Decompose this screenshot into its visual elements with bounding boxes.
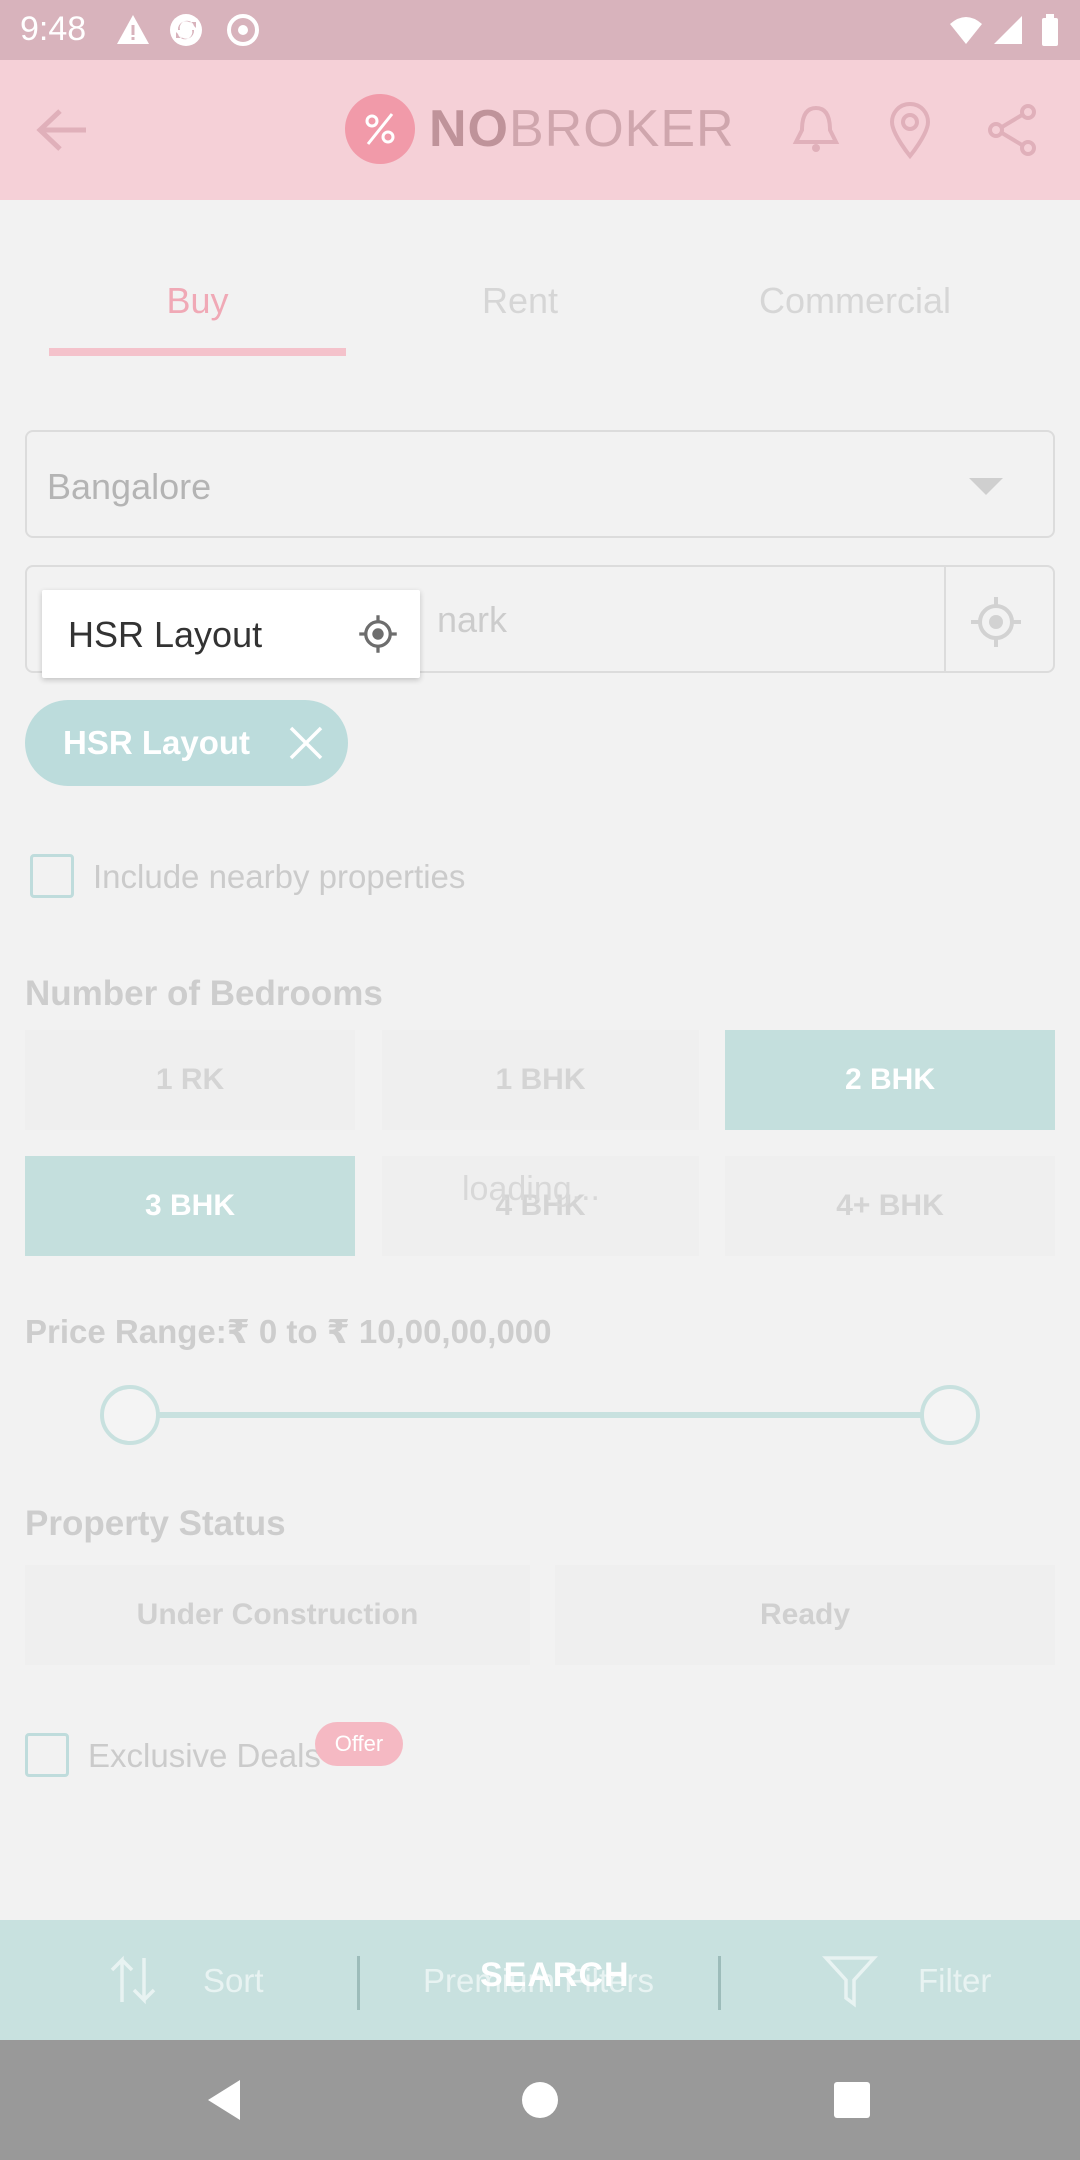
app-header: NOBROKER	[0, 60, 1080, 200]
back-arrow-icon[interactable]	[30, 105, 94, 155]
filter-icon[interactable]	[820, 1950, 880, 2010]
sort-label[interactable]: Sort	[203, 1962, 264, 2000]
active-tab-indicator	[49, 348, 346, 356]
nav-recents-icon[interactable]	[822, 2070, 882, 2130]
location-pin-icon[interactable]	[880, 100, 940, 160]
nav-home-icon[interactable]	[510, 2070, 570, 2130]
nearby-checkbox[interactable]	[30, 854, 74, 898]
bhk-1rk-button[interactable]: 1 RK	[25, 1030, 355, 1130]
suggestion-gps-icon	[359, 615, 397, 653]
tab-rent[interactable]: Rent	[440, 280, 600, 322]
data-saver-icon	[227, 14, 259, 46]
status-time: 9:48	[20, 10, 87, 48]
nearby-label: Include nearby properties	[93, 858, 466, 895]
nobroker-logo: NOBROKER	[345, 94, 735, 164]
property-status-title: Property Status	[25, 1504, 286, 1543]
sort-icon[interactable]	[104, 1950, 164, 2010]
sync-icon	[170, 14, 202, 46]
bottom-action-bar: Sort Premium Filters Filter SEARCH	[0, 1920, 1080, 2040]
price-max-thumb[interactable]	[920, 1385, 980, 1445]
offer-badge: Offer	[315, 1722, 403, 1766]
search-button[interactable]: SEARCH	[480, 1956, 630, 1995]
ready-button[interactable]: Ready	[555, 1565, 1055, 1665]
bhk-1bhk-button[interactable]: 1 BHK	[382, 1030, 699, 1130]
loading-text: loading...	[462, 1170, 600, 1208]
chip-label: HSR Layout	[63, 724, 251, 761]
logo-text-bold: NO	[429, 100, 509, 158]
bottom-separator	[718, 1956, 721, 2010]
status-bar: 9:48	[0, 0, 1080, 60]
suggestion-text: HSR Layout	[68, 614, 263, 655]
filter-label[interactable]: Filter	[918, 1962, 991, 2000]
bhk-3bhk-button[interactable]: 3 BHK	[25, 1156, 355, 1256]
bhk-2bhk-button[interactable]: 2 BHK	[725, 1030, 1055, 1130]
tab-buy[interactable]: Buy	[120, 280, 275, 322]
exclusive-deals-checkbox[interactable]	[25, 1733, 69, 1777]
wifi-icon	[950, 17, 982, 44]
property-type-tabs: Buy Rent Commercial	[0, 200, 1080, 360]
close-icon[interactable]	[287, 724, 325, 762]
bhk-4plus-button[interactable]: 4+ BHK	[725, 1156, 1055, 1256]
bedrooms-title: Number of Bedrooms	[25, 974, 383, 1013]
battery-icon	[1042, 14, 1058, 46]
selected-locality-chip: HSR Layout	[25, 700, 348, 786]
price-min-thumb[interactable]	[100, 1385, 160, 1445]
price-range-label: Price Range:₹ 0 to ₹ 10,00,00,000	[25, 1313, 552, 1350]
logo-mark-icon	[345, 94, 415, 164]
nav-back-icon[interactable]	[196, 2070, 256, 2130]
dropdown-caret-icon	[969, 478, 1003, 495]
bottom-separator	[357, 1956, 360, 2010]
system-nav-bar	[0, 2040, 1080, 2160]
city-select-value: Bangalore	[47, 466, 212, 507]
locality-suggestion[interactable]: HSR Layout	[42, 590, 420, 678]
tab-commercial[interactable]: Commercial	[740, 280, 970, 322]
exclusive-deals-label: Exclusive Deals	[88, 1737, 321, 1774]
locality-placeholder: nark	[437, 599, 508, 640]
signal-icon	[994, 16, 1022, 44]
under-construction-button[interactable]: Under Construction	[25, 1565, 530, 1665]
logo-text: BROKER	[509, 100, 735, 158]
gps-locate-icon[interactable]	[969, 595, 1023, 649]
share-icon[interactable]	[982, 100, 1042, 160]
locality-divider	[944, 567, 946, 671]
bell-icon[interactable]	[786, 100, 846, 160]
warning-icon	[117, 15, 149, 44]
city-select[interactable]: Bangalore	[25, 430, 1055, 538]
price-slider-track[interactable]	[130, 1412, 950, 1418]
